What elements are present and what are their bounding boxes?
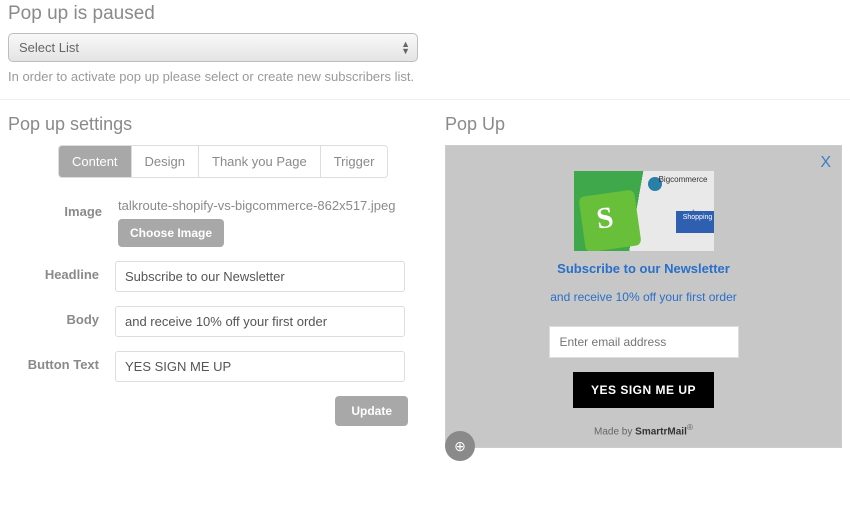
preview-column: Pop Up X Bigcommerce 🛒 Shopping Subscrib… — [425, 114, 842, 448]
paused-title: Pop up is paused — [8, 3, 842, 25]
tab-thankyou[interactable]: Thank you Page — [199, 146, 321, 177]
image-brand-bigcommerce: Bigcommerce — [659, 175, 708, 184]
popup-body: and receive 10% off your first order — [476, 290, 811, 304]
popup-headline: Subscribe to our Newsletter — [476, 261, 811, 276]
update-button[interactable]: Update — [335, 396, 408, 426]
pause-section: Pop up is paused Select List ▲▼ In order… — [0, 0, 850, 99]
list-select-wrap: Select List ▲▼ — [8, 33, 418, 62]
helper-text: In order to activate pop up please selec… — [8, 68, 438, 87]
made-by-prefix: Made by — [594, 426, 635, 437]
settings-column: Pop up settings Content Design Thank you… — [8, 114, 425, 448]
row-body: Body — [8, 306, 405, 337]
label-image: Image — [8, 198, 118, 219]
label-body: Body — [8, 306, 115, 327]
image-brand-shopify — [578, 189, 641, 251]
popup-preview: X Bigcommerce 🛒 Shopping Subscribe to ou… — [445, 145, 842, 448]
button-text-input[interactable] — [115, 351, 405, 382]
row-image: Image talkroute-shopify-vs-bigcommerce-8… — [8, 198, 405, 247]
zoom-icon[interactable]: ⊕ — [445, 431, 475, 461]
row-button-text: Button Text — [8, 351, 405, 382]
preview-title: Pop Up — [445, 114, 842, 135]
popup-image: Bigcommerce 🛒 Shopping — [574, 171, 714, 251]
row-headline: Headline — [8, 261, 405, 292]
tab-trigger[interactable]: Trigger — [321, 146, 388, 177]
close-icon[interactable]: X — [820, 154, 831, 172]
tab-content[interactable]: Content — [59, 146, 132, 177]
label-headline: Headline — [8, 261, 115, 282]
label-button-text: Button Text — [8, 351, 115, 372]
settings-title: Pop up settings — [8, 114, 405, 135]
made-by-brand: SmartrMail — [635, 426, 687, 437]
tab-design[interactable]: Design — [132, 146, 199, 177]
image-shopping-box: Shopping — [676, 211, 714, 233]
list-select[interactable]: Select List — [8, 33, 418, 62]
made-by: Made by SmartrMail® — [476, 422, 811, 437]
headline-input[interactable] — [115, 261, 405, 292]
choose-image-button[interactable]: Choose Image — [118, 219, 224, 247]
settings-tabs: Content Design Thank you Page Trigger — [58, 145, 388, 178]
email-input[interactable] — [549, 326, 739, 358]
body-input[interactable] — [115, 306, 405, 337]
signup-button[interactable]: YES SIGN ME UP — [573, 372, 714, 408]
image-filename: talkroute-shopify-vs-bigcommerce-862x517… — [118, 198, 405, 213]
divider — [0, 99, 850, 100]
